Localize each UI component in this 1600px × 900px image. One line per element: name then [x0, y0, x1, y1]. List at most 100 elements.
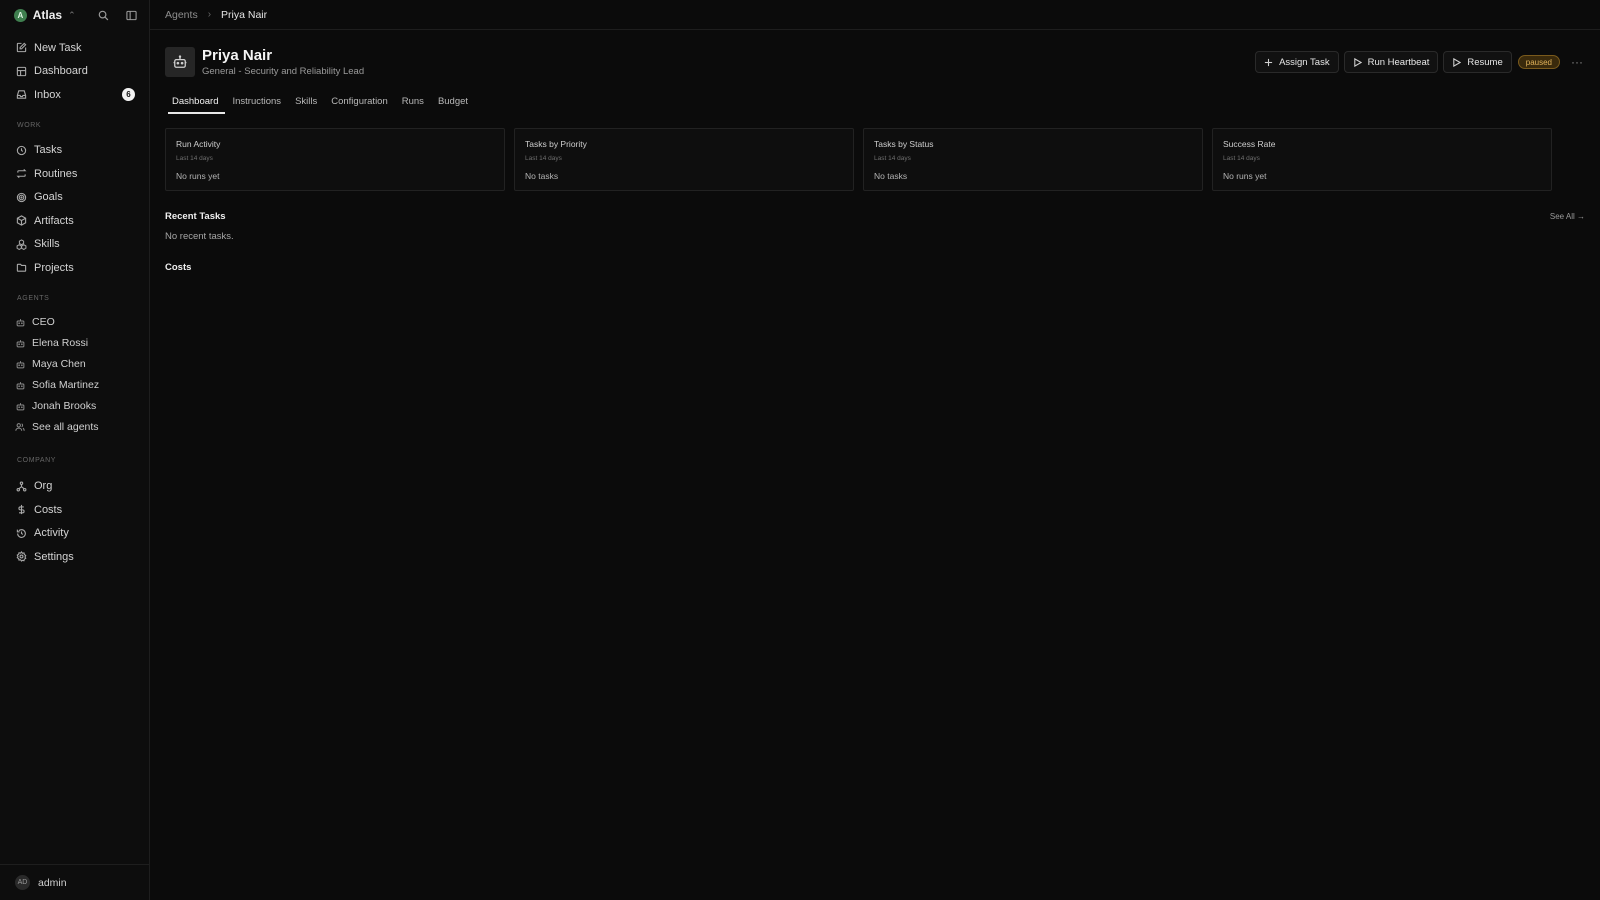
card-subtitle: Last 14 days [176, 155, 213, 162]
card-tasks-by-status: Tasks by Status Last 14 days No tasks [863, 128, 1203, 191]
sidebar-agent-ceo[interactable]: CEO [0, 312, 149, 333]
workspace-name: Atlas [32, 8, 63, 22]
breadcrumb-current: Priya Nair [221, 8, 268, 21]
tab-skills[interactable]: Skills [288, 92, 324, 114]
dollar-icon [15, 504, 27, 516]
run-heartbeat-label: Run Heartbeat [1367, 56, 1430, 68]
circle-check-icon [15, 144, 27, 156]
users-icon [15, 422, 25, 432]
bot-icon [15, 338, 25, 348]
sidebar-item-artifacts[interactable]: Artifacts [0, 209, 149, 233]
see-all-agents-label: See all agents [32, 421, 99, 433]
pencil-square-icon [15, 42, 27, 54]
see-all-link[interactable]: See All → [1550, 212, 1585, 221]
recent-tasks-header: Recent Tasks See All → [165, 211, 1585, 222]
sidebar-item-costs[interactable]: Costs [0, 498, 149, 522]
card-title: Tasks by Priority [525, 139, 587, 149]
card-title: Tasks by Status [874, 139, 934, 149]
sidebar-item-goals[interactable]: Goals [0, 186, 149, 210]
play-icon [1353, 57, 1362, 67]
sidebar-see-all-agents[interactable]: See all agents [0, 417, 149, 438]
card-subtitle: Last 14 days [1223, 155, 1260, 162]
sidebar-item-projects[interactable]: Projects [0, 256, 149, 280]
sidebar-toggle-icon[interactable] [123, 7, 139, 23]
sidebar-item-label: Routines [34, 167, 78, 180]
repeat-icon [15, 168, 27, 180]
tab-configuration[interactable]: Configuration [324, 92, 395, 114]
page-title: Priya Nair [202, 47, 273, 64]
bot-icon [15, 317, 25, 327]
agents-nav: CEO Elena Rossi Maya Chen Sofia Martinez… [0, 312, 149, 438]
tab-instructions[interactable]: Instructions [225, 92, 288, 114]
company-nav: Org Costs Activity Settings [0, 473, 149, 569]
workspace-switcher[interactable]: A Atlas ⌃ [0, 0, 149, 30]
sidebar-item-label: Tasks [34, 144, 63, 157]
main-panel: Agents › Priya Nair Priya Nair General -… [150, 0, 1600, 900]
sidebar-item-label: Activity [34, 527, 69, 540]
play-icon [1452, 57, 1462, 67]
tab-dashboard[interactable]: Dashboard [165, 92, 226, 114]
breadcrumb-agents-link[interactable]: Agents [165, 9, 198, 21]
metric-cards: Run Activity Last 14 days No runs yet Ta… [165, 128, 1585, 191]
agent-name-label: Jonah Brooks [32, 400, 97, 412]
breadcrumb: Agents › Priya Nair [150, 0, 1600, 30]
sidebar-item-label: Inbox [34, 88, 61, 101]
sidebar-item-new-task[interactable]: New Task [0, 36, 149, 60]
chevron-right-icon: › [207, 9, 212, 20]
run-heartbeat-button[interactable]: Run Heartbeat [1343, 51, 1439, 73]
chevron-updown-icon[interactable]: ⌃ [68, 10, 76, 21]
assign-task-label: Assign Task [1279, 56, 1330, 68]
search-icon[interactable] [96, 7, 112, 23]
sidebar-item-label: Skills [34, 238, 60, 251]
folder-icon [15, 262, 27, 274]
inbox-count-badge: 6 [122, 88, 135, 102]
sidebar-item-inbox[interactable]: Inbox 6 [0, 83, 149, 107]
primary-nav: New Task Dashboard Inbox 6 [0, 34, 149, 107]
sidebar-item-activity[interactable]: Activity [0, 522, 149, 546]
target-icon [15, 191, 27, 203]
org-icon [15, 480, 27, 492]
user-menu[interactable]: AD admin [0, 864, 149, 900]
dashboard-icon [15, 65, 27, 77]
bot-icon [15, 380, 25, 390]
sidebar-item-label: Goals [34, 191, 63, 204]
agent-subtitle: General - Security and Reliability Lead [202, 66, 365, 77]
sidebar-agent-sofia-martinez[interactable]: Sofia Martinez [0, 375, 149, 396]
sidebar-item-label: Artifacts [34, 214, 74, 227]
sidebar-item-settings[interactable]: Settings [0, 545, 149, 569]
section-label-agents: AGENTS [17, 295, 50, 302]
assign-task-button[interactable]: Assign Task [1255, 51, 1339, 73]
sidebar-item-org[interactable]: Org [0, 475, 149, 499]
tab-runs[interactable]: Runs [395, 92, 431, 114]
card-subtitle: Last 14 days [874, 155, 911, 162]
sidebar-item-routines[interactable]: Routines [0, 162, 149, 186]
section-label-company: COMPANY [17, 457, 57, 464]
boxes-icon [15, 238, 27, 250]
agent-name-label: CEO [32, 316, 55, 328]
inbox-icon [15, 89, 27, 101]
recent-tasks-title: Recent Tasks [165, 211, 226, 222]
agent-actions: Assign Task Run Heartbeat Resume paused … [1255, 51, 1585, 73]
sidebar-item-skills[interactable]: Skills [0, 233, 149, 257]
sidebar-agent-elena-rossi[interactable]: Elena Rossi [0, 333, 149, 354]
sidebar-agent-jonah-brooks[interactable]: Jonah Brooks [0, 396, 149, 417]
app-root: A Atlas ⌃ New Task Dashboard Inbox 6 WOR… [0, 0, 1600, 900]
sidebar-item-label: Dashboard [34, 65, 88, 78]
work-nav: Tasks Routines Goals Artifacts Skills Pr… [0, 137, 149, 280]
more-options-icon[interactable]: ··· [1569, 55, 1585, 69]
card-tasks-by-priority: Tasks by Priority Last 14 days No tasks [514, 128, 854, 191]
sidebar: A Atlas ⌃ New Task Dashboard Inbox 6 WOR… [0, 0, 150, 900]
gear-icon [15, 551, 27, 563]
tab-budget[interactable]: Budget [431, 92, 475, 114]
resume-button[interactable]: Resume [1443, 51, 1512, 73]
sidebar-item-label: New Task [34, 41, 82, 54]
sidebar-item-label: Org [34, 480, 53, 493]
card-title: Success Rate [1223, 139, 1276, 149]
sidebar-item-dashboard[interactable]: Dashboard [0, 60, 149, 84]
agent-tabs: Dashboard Instructions Skills Configurat… [165, 92, 1585, 114]
workspace-logo: A [14, 8, 27, 22]
sidebar-item-tasks[interactable]: Tasks [0, 139, 149, 163]
history-icon [15, 527, 27, 539]
sidebar-agent-maya-chen[interactable]: Maya Chen [0, 354, 149, 375]
sidebar-item-label: Costs [34, 503, 63, 516]
